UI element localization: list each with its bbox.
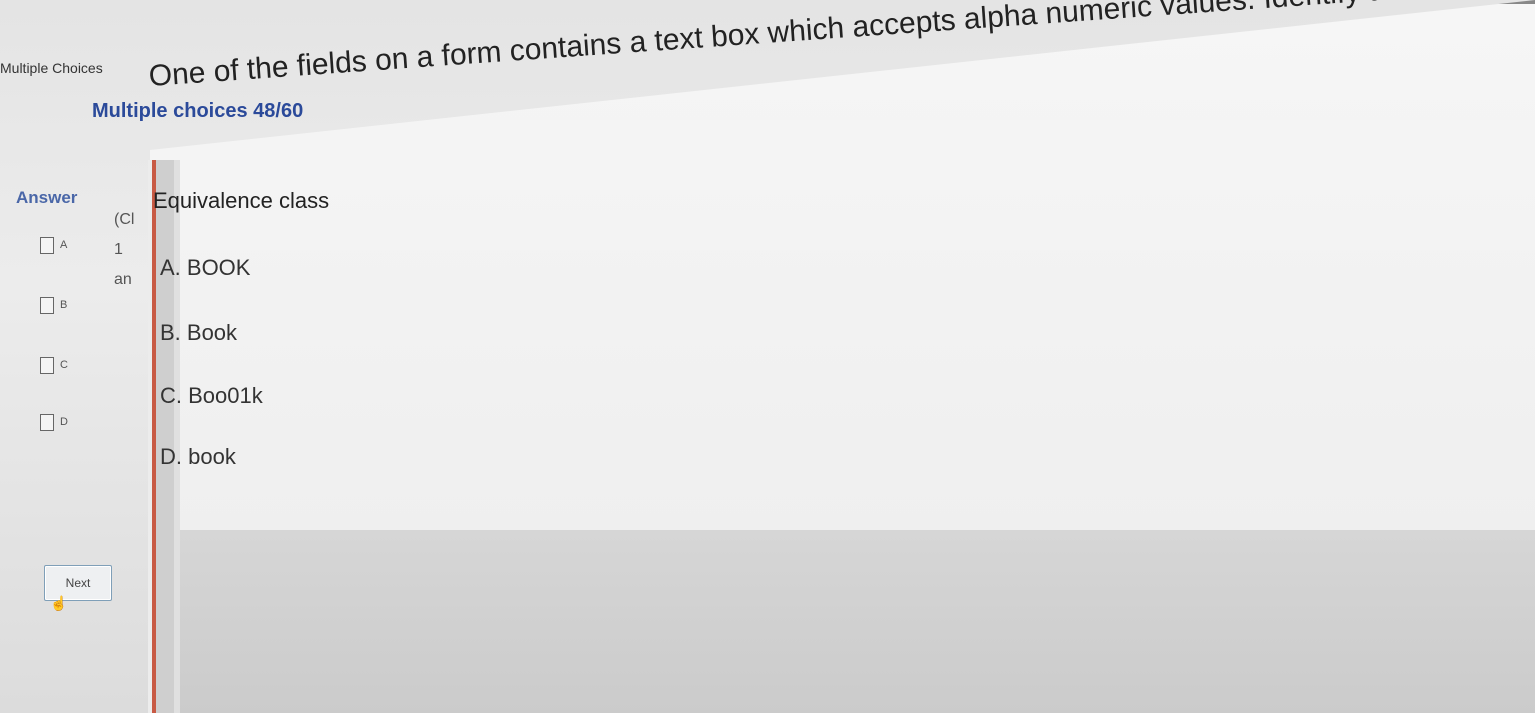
answer-checkbox-d[interactable]: D bbox=[40, 412, 68, 432]
question-panel bbox=[150, 0, 1535, 534]
checkbox-icon[interactable] bbox=[40, 413, 54, 431]
question-border bbox=[148, 160, 180, 713]
answer-option-label: C bbox=[60, 359, 68, 371]
mouse-cursor-icon: ☝ bbox=[50, 595, 68, 611]
answer-heading: Answer bbox=[16, 188, 78, 207]
checkbox-icon[interactable] bbox=[40, 296, 54, 314]
answer-checkbox-c[interactable]: C bbox=[40, 355, 68, 375]
content-background bbox=[180, 530, 1535, 713]
choice-a: A. BOOK bbox=[160, 255, 251, 280]
window-title: Multiple Choices bbox=[0, 60, 103, 76]
checkbox-icon[interactable] bbox=[40, 236, 54, 254]
answer-option-label: A bbox=[60, 239, 68, 251]
question-text-line2: Equivalence class bbox=[153, 188, 330, 213]
progress-heading: Multiple choices 48/60 bbox=[92, 100, 304, 122]
answer-checkbox-b[interactable]: B bbox=[40, 295, 67, 315]
checkbox-icon[interactable] bbox=[40, 356, 54, 374]
answer-checkbox-a[interactable]: A bbox=[40, 235, 67, 255]
choice-d: D. book bbox=[160, 444, 236, 469]
choice-b: B. Book bbox=[160, 320, 238, 345]
choice-c: C. Boo01k bbox=[160, 383, 263, 408]
answer-option-label: D bbox=[60, 416, 68, 428]
answer-panel: Answer A B C D bbox=[0, 180, 120, 713]
answer-option-label: B bbox=[60, 299, 68, 311]
